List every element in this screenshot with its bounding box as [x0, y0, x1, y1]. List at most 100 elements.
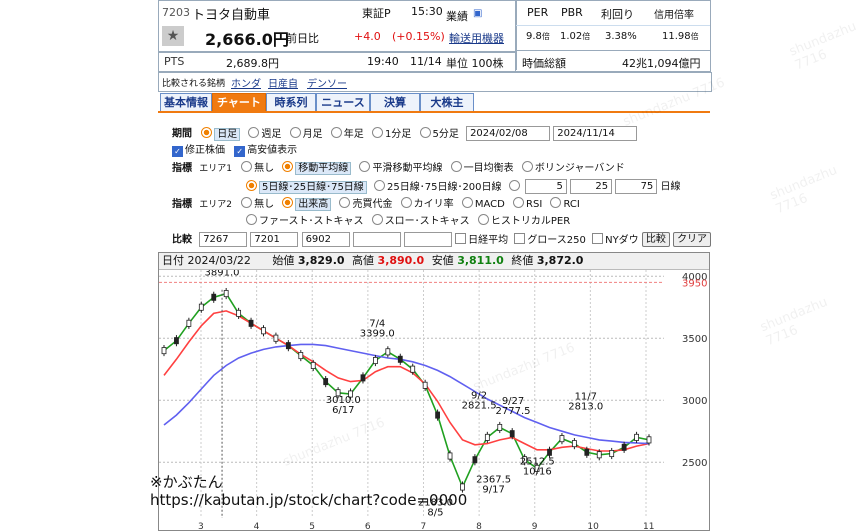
ind2-volume[interactable]: 出来高 [282, 197, 332, 211]
tab-earnings[interactable]: 決算 [370, 93, 420, 112]
y-tick-label: 3500 [682, 334, 707, 345]
watermark: shundazhu 7716 [758, 294, 830, 350]
checkbox-icon [592, 232, 604, 244]
watermark: shundazhu 7716 [767, 162, 840, 218]
highlow-checkbox[interactable]: ✓ 高安値表示 [234, 145, 297, 157]
industry-link[interactable]: 輸送用機器 [449, 30, 504, 46]
current-price-label: 3950 [682, 278, 707, 289]
ind2-none[interactable]: 無し [241, 197, 274, 210]
ind1-sma[interactable]: 平滑移動平均線 [359, 161, 442, 174]
ma-opt3[interactable] [508, 179, 522, 193]
high-label: 高値 [352, 254, 375, 267]
price: 2,666.0円 [205, 30, 289, 49]
candle-body [360, 374, 366, 382]
candle-body [484, 433, 490, 441]
source-caption: ※かぶたん [150, 473, 223, 491]
candle-body [584, 448, 590, 456]
radio-icon [282, 197, 294, 208]
ma-unit: 日線 [660, 181, 681, 193]
radio-icon [450, 161, 462, 172]
ind1-row: 指標 エリア1 無し 移動平均線 平滑移動平均線 一目均衡表 ボリンジャーバンド [172, 161, 625, 177]
ind1-ichimoku[interactable]: 一目均衡表 [450, 161, 514, 174]
cmp-input-4[interactable] [352, 232, 401, 247]
ma-input-2[interactable]: 25 [570, 179, 613, 194]
growth-checkbox[interactable]: グロース250 [514, 232, 586, 246]
unit: 単位 100株 [446, 57, 504, 70]
cmp-input-1[interactable]: 7267 [199, 232, 248, 247]
candle-body [373, 357, 378, 365]
ma-input-1[interactable]: 5 [524, 179, 567, 194]
ma-input-3[interactable]: 75 [615, 179, 658, 194]
ind2-slow-stoch[interactable]: スロー･ストキャス [371, 214, 470, 227]
candle-body [596, 451, 602, 459]
tab-basic[interactable]: 基本情報 [160, 93, 212, 112]
candle-body [174, 337, 179, 345]
nikkei-checkbox[interactable]: 日経平均 [455, 232, 508, 246]
annotation-value: 10/16 [523, 467, 552, 478]
candle-body [298, 352, 304, 360]
tab-timeseries[interactable]: 時系列 [266, 93, 316, 112]
period-1min[interactable]: 1分足 [371, 126, 411, 140]
nydow-checkbox[interactable]: NYダウ [592, 232, 639, 246]
period-5min[interactable]: 5分足 [419, 126, 459, 140]
ohlc-bar: 日付 2024/03/22 始値 3,829.0 高値 3,890.0 安値 3… [159, 253, 709, 270]
ma-opt2[interactable]: 25日線･75日線･200日線 [374, 179, 502, 193]
radio-icon [374, 179, 385, 191]
ind2-label: 指標 [172, 199, 192, 210]
high-value: 3,890.0 [377, 254, 425, 267]
radio-icon [339, 197, 351, 208]
period-daily[interactable]: 日足 [201, 126, 241, 141]
candle-body [609, 450, 615, 458]
close-value: 3,872.0 [536, 254, 584, 267]
ind2-fast-stoch[interactable]: ファースト･ストキャス [246, 214, 364, 227]
cmp-input-3[interactable]: 6902 [301, 232, 350, 247]
period-yearly[interactable]: 年足 [330, 126, 364, 140]
ma-opt1[interactable]: 5日線･25日線･75日線 [246, 179, 367, 194]
tab-shareholders[interactable]: 大株主 [420, 93, 474, 112]
candle-body [509, 430, 515, 438]
ind2-rsi[interactable]: RSI [513, 197, 542, 210]
compare-honda[interactable]: ホンダ [231, 75, 261, 90]
radio-icon [248, 126, 260, 138]
ind1-ma[interactable]: 移動平均線 [282, 161, 352, 175]
cmp-input-5[interactable] [403, 232, 452, 247]
close-label: 終値 [511, 254, 534, 267]
stock-name: トヨタ自動車 [192, 8, 271, 23]
low-value: 3,811.0 [457, 254, 504, 267]
industry-label: 業績 [446, 10, 468, 23]
tab-chart[interactable]: チャート [212, 93, 266, 112]
candle-body [397, 355, 403, 363]
ind1-none[interactable]: 無し [241, 161, 274, 174]
cmp-input-2[interactable]: 7201 [250, 232, 299, 247]
candle-body [323, 378, 329, 386]
radio-icon [359, 161, 371, 172]
ind2-hist-per[interactable]: ヒストリカルPER [477, 214, 570, 227]
ind1-bollinger[interactable]: ボリンジャーバンド [521, 161, 625, 174]
favorite-star-icon[interactable]: ★ [162, 26, 184, 46]
change: +4.0 [354, 30, 381, 43]
radio-icon [330, 126, 342, 138]
clear-button[interactable]: クリア [673, 232, 712, 247]
ind2-macd[interactable]: MACD [461, 197, 505, 210]
open-label: 始値 [272, 254, 295, 267]
compare-button[interactable]: 比較 [641, 232, 670, 247]
date-from-input[interactable]: 2024/02/08 [466, 126, 551, 141]
adjusted-checkbox[interactable]: ✓ 修正株価 [172, 145, 225, 157]
area1-label: エリア1 [199, 164, 232, 174]
tab-news[interactable]: ニュース [316, 93, 370, 112]
period-weekly[interactable]: 週足 [248, 126, 281, 140]
ind1-label: 指標 [172, 163, 192, 174]
url-caption: https://kabutan.jp/stock/chart?code=0000 [150, 491, 468, 509]
area2-label: エリア2 [199, 200, 232, 210]
period-monthly[interactable]: 月足 [289, 126, 323, 140]
ind2-rci[interactable]: RCI [550, 197, 580, 210]
annotation-value: 9/17 [482, 485, 504, 496]
candle-body [223, 290, 229, 298]
compare-nissan[interactable]: 日産自 [268, 75, 298, 90]
radio-icon [246, 179, 257, 191]
ind2-turnover[interactable]: 売買代金 [339, 197, 392, 210]
date-to-input[interactable]: 2024/11/14 [553, 126, 638, 141]
ind2-deviation[interactable]: カイリ率 [400, 197, 454, 210]
period-row: 期間 日足 週足 月足 年足 1分足 5分足 2024/02/08 2024/1… [172, 126, 638, 142]
compare-denso[interactable]: デンソー [307, 75, 347, 90]
